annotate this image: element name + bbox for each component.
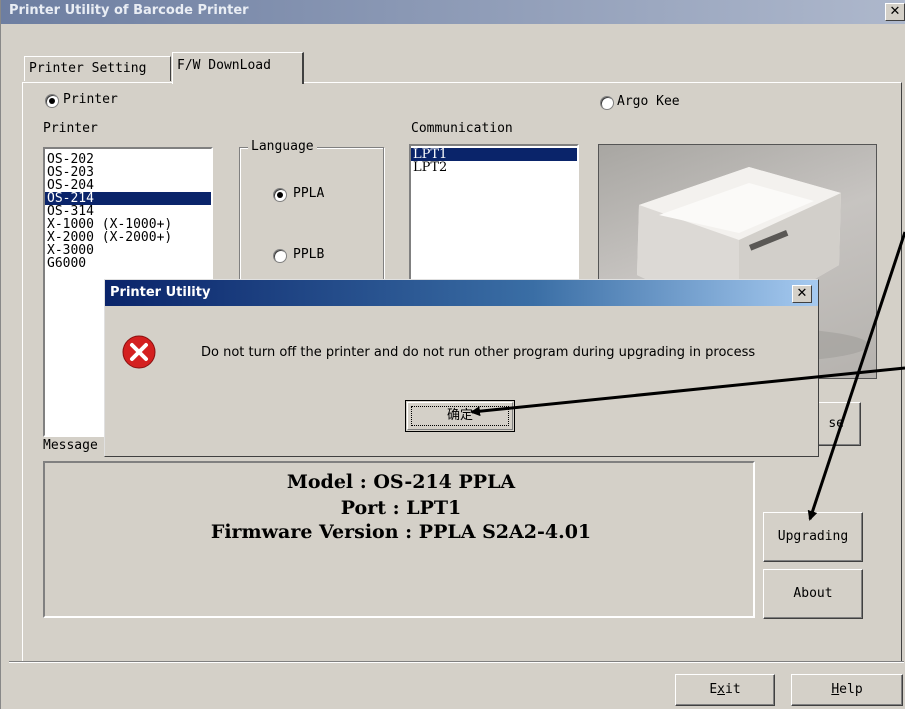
ok-button-label: 确定 bbox=[411, 406, 509, 426]
dialog-message: Do not turn off the printer and do not r… bbox=[201, 345, 756, 360]
language-group bbox=[239, 147, 384, 299]
communication-listbox[interactable]: LPT1 LPT2 bbox=[409, 144, 579, 284]
message-box: Model : OS-214 PPLA Port : LPT1 Firmware… bbox=[43, 461, 755, 618]
argo-kee-label: Argo Kee bbox=[617, 94, 680, 109]
pplb-label: PPLB bbox=[293, 247, 325, 262]
printer-list-label: Printer bbox=[43, 121, 98, 136]
help-mnemonic: H bbox=[831, 682, 840, 697]
pplb-radio[interactable] bbox=[273, 249, 287, 263]
exit-mnemonic: x bbox=[717, 682, 725, 697]
exit-button[interactable]: Exit bbox=[675, 674, 775, 706]
exit-label-rest: it bbox=[725, 682, 741, 697]
dialog-close-button[interactable]: ✕ bbox=[792, 285, 812, 303]
list-item[interactable]: LPT2 bbox=[411, 161, 577, 174]
help-button[interactable]: Help bbox=[791, 674, 903, 706]
ppla-radio[interactable] bbox=[273, 188, 287, 202]
message-firmware: Firmware Version : PPLA S2A2-4.01 bbox=[210, 521, 592, 543]
tab-printer-setting[interactable]: Printer Setting bbox=[24, 56, 171, 81]
tab-fw-download[interactable]: F/W DownLoad bbox=[172, 52, 304, 84]
ppla-label: PPLA bbox=[293, 186, 325, 201]
communication-label: Communication bbox=[411, 121, 513, 136]
exit-label: E bbox=[709, 682, 718, 697]
language-group-label: Language bbox=[248, 139, 317, 154]
title-bar: Printer Utility of Barcode Printer ✕ bbox=[1, 0, 905, 24]
list-item[interactable]: G6000 bbox=[45, 257, 211, 270]
ok-button[interactable]: 确定 bbox=[405, 400, 515, 432]
about-button[interactable]: About bbox=[763, 569, 863, 619]
dialog-title-bar: Printer Utility ✕ bbox=[105, 280, 818, 306]
printer-mode-label: Printer bbox=[63, 92, 118, 107]
upgrading-button[interactable]: Upgrading bbox=[763, 512, 863, 562]
dialog-title: Printer Utility bbox=[110, 285, 211, 300]
message-label: Message bbox=[43, 438, 98, 453]
printer-mode-radio[interactable] bbox=[45, 94, 59, 108]
alert-dialog: Printer Utility ✕ Do not turn off the pr… bbox=[104, 279, 819, 457]
message-port: Port : LPT1 bbox=[340, 497, 462, 519]
message-model: Model : OS-214 PPLA bbox=[286, 471, 516, 493]
window-title: Printer Utility of Barcode Printer bbox=[9, 3, 249, 18]
argo-kee-radio[interactable] bbox=[600, 96, 614, 110]
help-label-rest: elp bbox=[839, 682, 863, 697]
error-icon bbox=[122, 335, 156, 373]
separator bbox=[9, 661, 904, 663]
window-close-button[interactable]: ✕ bbox=[885, 3, 905, 21]
